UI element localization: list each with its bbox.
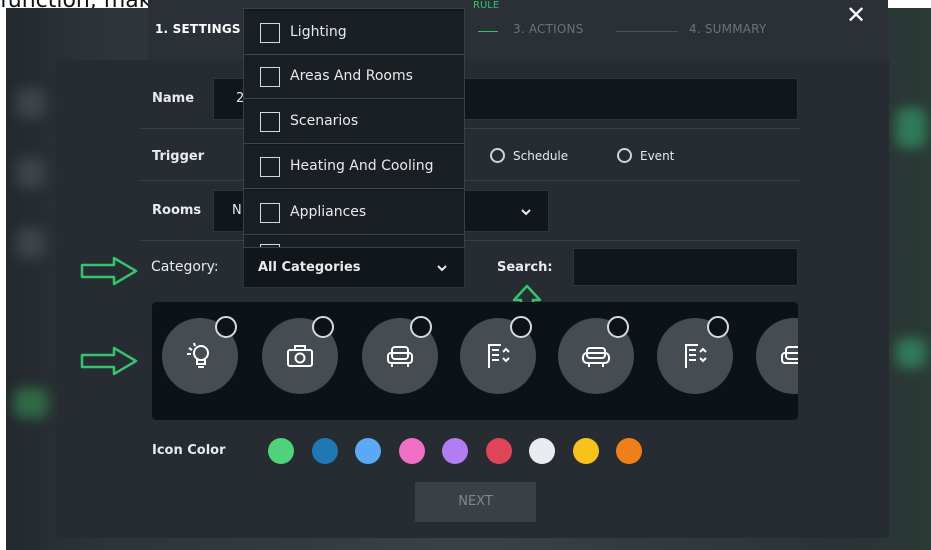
step-rule-label: RULE bbox=[473, 0, 500, 11]
icon-picker[interactable] bbox=[152, 302, 798, 420]
chevron-down-icon bbox=[437, 265, 447, 272]
close-icon[interactable]: ✕ bbox=[845, 3, 867, 27]
icon-color-label: Icon Color bbox=[152, 443, 226, 458]
select-radio[interactable] bbox=[707, 316, 729, 338]
dropdown-item-label: Lighting bbox=[290, 24, 347, 40]
category-label: Category: bbox=[151, 259, 219, 275]
divider bbox=[140, 240, 800, 241]
sofa-icon bbox=[582, 347, 610, 367]
search-input[interactable] bbox=[573, 248, 798, 286]
rooms-value: N bbox=[232, 203, 242, 218]
checkbox[interactable] bbox=[260, 244, 280, 247]
schedule-radio[interactable] bbox=[490, 148, 505, 163]
dropdown-item-partial[interactable] bbox=[244, 236, 464, 247]
list-sort-icon bbox=[488, 344, 510, 368]
color-swatch[interactable] bbox=[616, 438, 642, 464]
camera-icon bbox=[287, 345, 313, 367]
chevron-down-icon bbox=[521, 209, 531, 216]
color-swatch[interactable] bbox=[572, 438, 599, 464]
search-label: Search: bbox=[497, 260, 553, 275]
color-swatch[interactable] bbox=[268, 438, 294, 464]
event-radio[interactable] bbox=[617, 148, 632, 163]
color-swatch[interactable] bbox=[311, 438, 338, 464]
color-swatch[interactable] bbox=[529, 438, 555, 464]
step-actions[interactable]: 3. ACTIONS bbox=[513, 22, 584, 36]
divider bbox=[140, 180, 800, 181]
dropdown-item-label: Scenarios bbox=[290, 113, 359, 129]
wizard-body bbox=[57, 60, 889, 538]
category-value: All Categories bbox=[258, 260, 361, 275]
step-summary[interactable]: 4. SUMMARY bbox=[689, 22, 766, 36]
dropdown-item-label: Heating And Cooling bbox=[290, 158, 434, 174]
color-swatch[interactable] bbox=[398, 438, 425, 464]
dropdown-item-label: Areas And Rooms bbox=[290, 68, 413, 84]
select-radio[interactable] bbox=[312, 316, 334, 338]
checkbox[interactable] bbox=[260, 23, 280, 43]
trigger-label: Trigger bbox=[152, 149, 205, 164]
schedule-radio-label: Schedule bbox=[513, 149, 569, 163]
dropdown-item-label: Appliances bbox=[290, 204, 367, 220]
dropdown-item-heating-and-cooling[interactable]: Heating And Cooling bbox=[244, 145, 464, 189]
step-connector bbox=[616, 31, 678, 32]
rooms-label: Rooms bbox=[152, 203, 202, 218]
armchair-icon-option[interactable] bbox=[756, 318, 798, 394]
select-radio[interactable] bbox=[215, 316, 237, 338]
select-radio[interactable] bbox=[510, 316, 532, 338]
list-sort-icon bbox=[685, 344, 707, 368]
color-swatch[interactable] bbox=[442, 438, 468, 464]
next-button[interactable]: NEXT bbox=[415, 482, 536, 522]
arrow-right-icon bbox=[80, 256, 138, 286]
armchair-icon bbox=[781, 346, 798, 364]
name-label: Name bbox=[152, 91, 195, 106]
checkbox[interactable] bbox=[260, 203, 280, 223]
step-settings[interactable]: 1. SETTINGS bbox=[155, 22, 241, 36]
event-radio-label: Event bbox=[640, 149, 675, 163]
dropdown-item-lighting[interactable]: Lighting bbox=[244, 11, 464, 55]
color-swatch[interactable] bbox=[485, 438, 512, 464]
category-dropdown-menu: Lighting Areas And Rooms Scenarios Heati… bbox=[243, 8, 465, 248]
checkbox[interactable] bbox=[260, 157, 280, 177]
step-connector bbox=[478, 31, 498, 32]
color-swatch[interactable] bbox=[355, 438, 381, 464]
armchair-icon bbox=[387, 346, 413, 367]
divider bbox=[140, 128, 800, 129]
arrow-right-icon bbox=[80, 346, 138, 376]
category-select[interactable]: All Categories bbox=[243, 246, 465, 288]
dropdown-item-scenarios[interactable]: Scenarios bbox=[244, 100, 464, 144]
dropdown-item-areas-and-rooms[interactable]: Areas And Rooms bbox=[244, 55, 464, 99]
select-radio[interactable] bbox=[607, 316, 629, 338]
select-radio[interactable] bbox=[410, 316, 432, 338]
dropdown-item-appliances[interactable]: Appliances bbox=[244, 191, 464, 235]
checkbox[interactable] bbox=[260, 112, 280, 132]
checkbox[interactable] bbox=[260, 67, 280, 87]
lightbulb-icon bbox=[187, 342, 209, 368]
